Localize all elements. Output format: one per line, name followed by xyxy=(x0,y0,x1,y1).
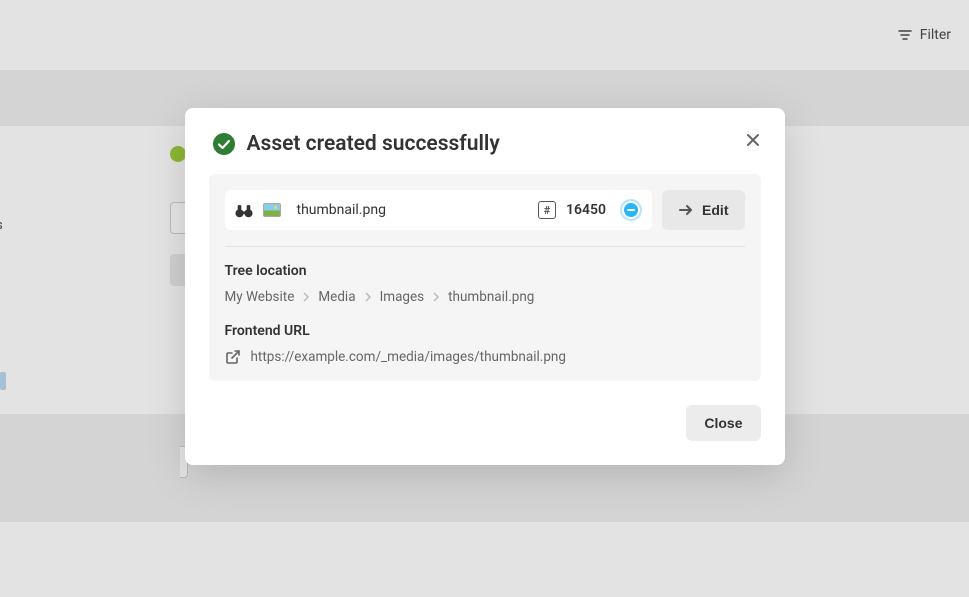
binoculars-icon[interactable] xyxy=(235,203,253,218)
edit-button[interactable]: Edit xyxy=(662,190,744,230)
frontend-url-label: Frontend URL xyxy=(225,323,745,339)
breadcrumb-item[interactable]: Images xyxy=(380,289,425,305)
chevron-right-icon xyxy=(432,292,440,302)
edit-button-label: Edit xyxy=(702,202,728,218)
breadcrumb-item[interactable]: Media xyxy=(318,289,355,305)
asset-summary: thumbnail.png # 16450 xyxy=(225,190,653,230)
success-modal: Asset created successfully xyxy=(185,108,785,465)
asset-id: 16450 xyxy=(566,202,606,218)
breadcrumb-item: thumbnail.png xyxy=(448,289,534,305)
asset-info-panel: thumbnail.png # 16450 Edit xyxy=(209,174,761,381)
external-link-icon[interactable] xyxy=(225,349,241,365)
tree-location-label: Tree location xyxy=(225,263,745,279)
frontend-url-row: https://example.com/_media/images/thumbn… xyxy=(225,349,745,365)
close-icon xyxy=(745,132,761,148)
close-icon-button[interactable] xyxy=(739,126,767,154)
frontend-url-text[interactable]: https://example.com/_media/images/thumbn… xyxy=(251,349,566,365)
modal-header: Asset created successfully xyxy=(185,108,785,174)
modal-overlay: Asset created successfully xyxy=(0,0,969,597)
divider xyxy=(225,246,745,247)
status-badge[interactable] xyxy=(620,199,642,221)
breadcrumb: My Website Media Images thumbnail.png xyxy=(225,289,745,305)
id-hash-icon: # xyxy=(538,201,556,219)
chevron-right-icon xyxy=(364,292,372,302)
asset-filename: thumbnail.png xyxy=(297,202,529,218)
success-check-icon xyxy=(213,133,235,155)
close-button[interactable]: Close xyxy=(686,405,760,441)
chevron-right-icon xyxy=(302,292,310,302)
arrow-right-icon xyxy=(678,202,694,218)
close-button-label: Close xyxy=(704,415,742,431)
breadcrumb-item[interactable]: My Website xyxy=(225,289,295,305)
modal-title: Asset created successfully xyxy=(247,132,500,156)
modal-footer: Close xyxy=(185,405,785,465)
image-thumbnail-icon xyxy=(263,203,281,217)
